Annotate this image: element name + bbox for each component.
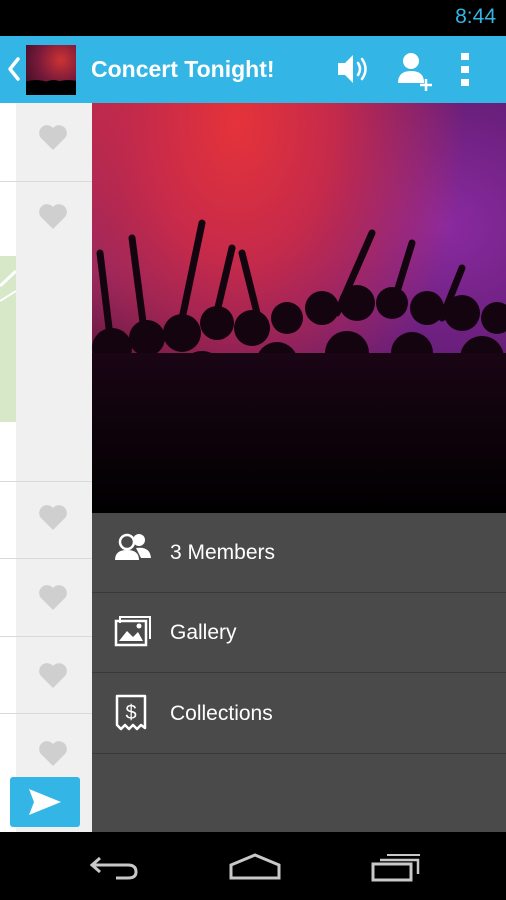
heart-icon[interactable] (38, 739, 68, 767)
system-navigation-bar (0, 832, 506, 900)
message-list (0, 103, 92, 832)
heart-icon[interactable] (38, 202, 68, 230)
page-title: Concert Tonight! (91, 56, 275, 82)
row-divider (0, 713, 92, 714)
map-thumbnail[interactable] (0, 256, 18, 422)
nav-back-icon[interactable] (88, 852, 140, 880)
svg-text:$: $ (125, 702, 136, 724)
members-icon (115, 533, 151, 560)
row-divider (0, 181, 92, 182)
nav-recents-icon[interactable] (370, 852, 422, 882)
concert-cover-image (92, 103, 506, 513)
row-divider (0, 558, 92, 559)
send-button[interactable] (10, 777, 80, 827)
status-bar: 8:44 (0, 0, 506, 36)
volume-icon[interactable] (334, 50, 370, 88)
action-bar: Concert Tonight! (0, 36, 506, 103)
menu-item-members[interactable]: 3 Members (92, 513, 506, 593)
nav-home-icon[interactable] (228, 852, 282, 880)
collections-icon: $ (115, 694, 147, 731)
back-icon[interactable] (6, 56, 22, 82)
heart-icon[interactable] (38, 583, 68, 611)
navigation-drawer: 3 Members Gallery $ Collections (92, 103, 506, 832)
row-divider (0, 481, 92, 482)
gallery-icon (114, 616, 151, 647)
menu-item-collections[interactable]: $ Collections (92, 674, 506, 754)
menu-label-members: 3 Members (170, 541, 276, 564)
heart-icon[interactable] (38, 661, 68, 689)
add-user-icon[interactable] (396, 50, 436, 92)
menu-label-collections: Collections (170, 702, 273, 725)
menu-item-gallery[interactable]: Gallery (92, 593, 506, 673)
status-time: 8:44 (455, 5, 496, 28)
heart-icon[interactable] (38, 123, 68, 151)
conversation-avatar[interactable] (26, 45, 76, 95)
heart-icon[interactable] (38, 503, 68, 531)
menu-label-gallery: Gallery (170, 621, 237, 644)
overflow-menu-icon[interactable] (458, 50, 472, 88)
row-divider (0, 636, 92, 637)
send-icon (29, 789, 61, 815)
